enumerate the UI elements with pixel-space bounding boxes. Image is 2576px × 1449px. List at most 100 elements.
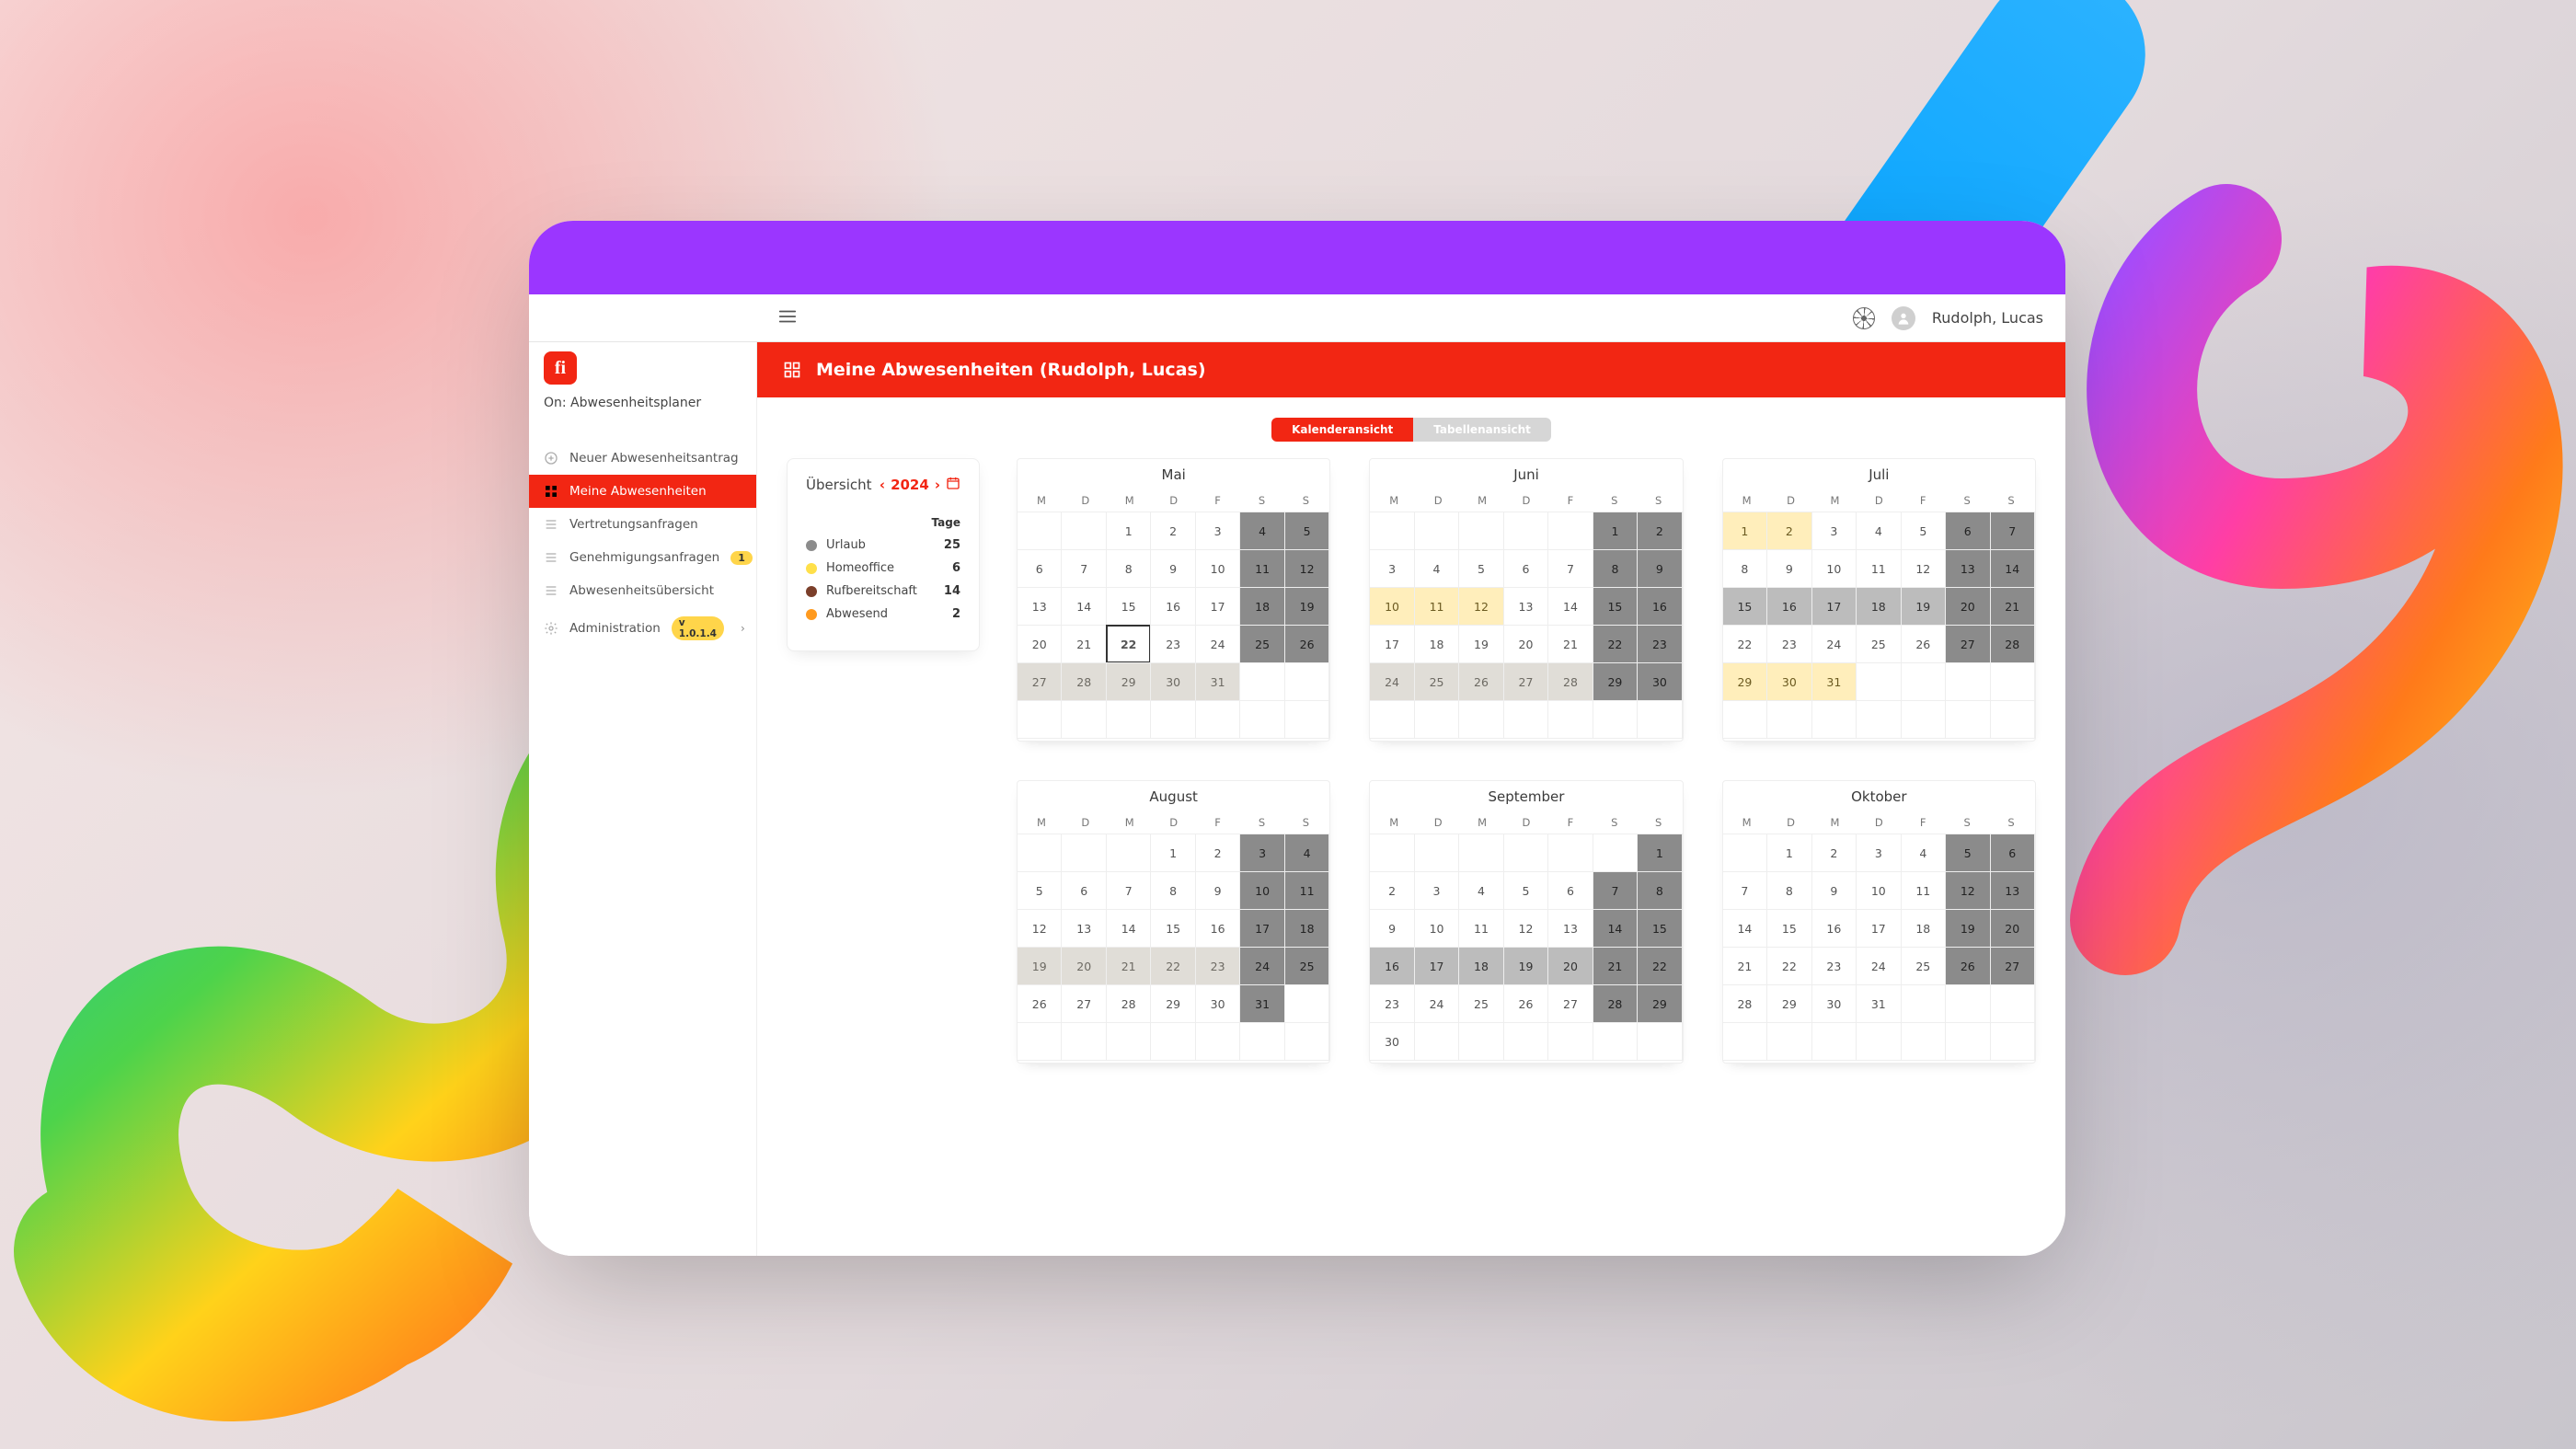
day-cell[interactable]: 12 xyxy=(1284,549,1329,588)
day-cell[interactable]: 10 xyxy=(1195,549,1240,588)
day-cell[interactable]: 23 xyxy=(1369,984,1414,1023)
day-cell[interactable]: 27 xyxy=(1503,662,1548,701)
day-cell[interactable]: 21 xyxy=(1990,587,2035,626)
day-cell[interactable]: 21 xyxy=(1593,947,1638,985)
day-cell[interactable]: 6 xyxy=(1503,549,1548,588)
day-cell[interactable]: 25 xyxy=(1414,662,1459,701)
day-cell[interactable]: 6 xyxy=(1990,834,2035,872)
theme-icon[interactable] xyxy=(1853,307,1875,329)
day-cell[interactable]: 22 xyxy=(1106,625,1151,663)
day-cell[interactable]: 29 xyxy=(1766,984,1811,1023)
day-cell[interactable]: 21 xyxy=(1547,625,1593,663)
tab-tabelle[interactable]: Tabellenansicht xyxy=(1413,418,1551,442)
day-cell[interactable]: 26 xyxy=(1503,984,1548,1023)
day-cell[interactable]: 18 xyxy=(1284,909,1329,948)
day-cell[interactable]: 5 xyxy=(1945,834,1990,872)
day-cell[interactable]: 14 xyxy=(1722,909,1767,948)
day-cell[interactable]: 25 xyxy=(1458,984,1503,1023)
day-cell[interactable]: 8 xyxy=(1722,549,1767,588)
day-cell[interactable]: 11 xyxy=(1284,871,1329,910)
day-cell[interactable]: 2 xyxy=(1195,834,1240,872)
day-cell[interactable]: 8 xyxy=(1637,871,1682,910)
day-cell[interactable]: 30 xyxy=(1811,984,1857,1023)
day-cell[interactable]: 9 xyxy=(1766,549,1811,588)
avatar[interactable] xyxy=(1892,306,1915,330)
day-cell[interactable]: 13 xyxy=(1547,909,1593,948)
day-cell[interactable]: 29 xyxy=(1593,662,1638,701)
day-cell[interactable]: 12 xyxy=(1901,549,1946,588)
day-cell[interactable]: 24 xyxy=(1239,947,1284,985)
day-cell[interactable]: 8 xyxy=(1593,549,1638,588)
day-cell[interactable]: 6 xyxy=(1061,871,1106,910)
day-cell[interactable]: 27 xyxy=(1990,947,2035,985)
day-cell[interactable]: 17 xyxy=(1239,909,1284,948)
day-cell[interactable]: 29 xyxy=(1150,984,1195,1023)
day-cell[interactable]: 18 xyxy=(1239,587,1284,626)
day-cell[interactable]: 6 xyxy=(1017,549,1062,588)
day-cell[interactable]: 25 xyxy=(1284,947,1329,985)
day-cell[interactable]: 22 xyxy=(1722,625,1767,663)
day-cell[interactable]: 28 xyxy=(1547,662,1593,701)
day-cell[interactable]: 10 xyxy=(1856,871,1901,910)
day-cell[interactable]: 13 xyxy=(1945,549,1990,588)
day-cell[interactable]: 2 xyxy=(1637,512,1682,550)
day-cell[interactable]: 26 xyxy=(1284,625,1329,663)
day-cell[interactable]: 5 xyxy=(1458,549,1503,588)
day-cell[interactable]: 4 xyxy=(1856,512,1901,550)
day-cell[interactable]: 9 xyxy=(1150,549,1195,588)
day-cell[interactable]: 3 xyxy=(1811,512,1857,550)
day-cell[interactable]: 1 xyxy=(1593,512,1638,550)
day-cell[interactable]: 12 xyxy=(1945,871,1990,910)
day-cell[interactable]: 17 xyxy=(1414,947,1459,985)
day-cell[interactable]: 14 xyxy=(1061,587,1106,626)
day-cell[interactable]: 25 xyxy=(1239,625,1284,663)
day-cell[interactable]: 20 xyxy=(1990,909,2035,948)
day-cell[interactable]: 1 xyxy=(1722,512,1767,550)
day-cell[interactable]: 13 xyxy=(1990,871,2035,910)
day-cell[interactable]: 17 xyxy=(1369,625,1414,663)
day-cell[interactable]: 6 xyxy=(1945,512,1990,550)
sidebar-item-admin[interactable]: Administrationv 1.0.1.4› xyxy=(529,607,756,650)
day-cell[interactable]: 28 xyxy=(1722,984,1767,1023)
day-cell[interactable]: 22 xyxy=(1766,947,1811,985)
day-cell[interactable]: 16 xyxy=(1811,909,1857,948)
day-cell[interactable]: 30 xyxy=(1150,662,1195,701)
day-cell[interactable]: 3 xyxy=(1856,834,1901,872)
day-cell[interactable]: 28 xyxy=(1061,662,1106,701)
day-cell[interactable]: 26 xyxy=(1017,984,1062,1023)
day-cell[interactable]: 7 xyxy=(1990,512,2035,550)
day-cell[interactable]: 12 xyxy=(1017,909,1062,948)
day-cell[interactable]: 19 xyxy=(1284,587,1329,626)
day-cell[interactable]: 27 xyxy=(1061,984,1106,1023)
day-cell[interactable]: 15 xyxy=(1722,587,1767,626)
day-cell[interactable]: 16 xyxy=(1766,587,1811,626)
day-cell[interactable]: 4 xyxy=(1239,512,1284,550)
day-cell[interactable]: 15 xyxy=(1593,587,1638,626)
day-cell[interactable]: 27 xyxy=(1547,984,1593,1023)
day-cell[interactable]: 24 xyxy=(1195,625,1240,663)
day-cell[interactable]: 2 xyxy=(1150,512,1195,550)
sidebar-item-approve[interactable]: Genehmigungsanfragen1 xyxy=(529,541,756,574)
user-name[interactable]: Rudolph, Lucas xyxy=(1932,309,2043,327)
day-cell[interactable]: 5 xyxy=(1901,512,1946,550)
day-cell[interactable]: 25 xyxy=(1901,947,1946,985)
day-cell[interactable]: 16 xyxy=(1369,947,1414,985)
day-cell[interactable]: 18 xyxy=(1458,947,1503,985)
day-cell[interactable]: 13 xyxy=(1061,909,1106,948)
day-cell[interactable]: 26 xyxy=(1458,662,1503,701)
day-cell[interactable]: 30 xyxy=(1637,662,1682,701)
day-cell[interactable]: 2 xyxy=(1766,512,1811,550)
day-cell[interactable]: 24 xyxy=(1414,984,1459,1023)
day-cell[interactable]: 5 xyxy=(1503,871,1548,910)
day-cell[interactable]: 3 xyxy=(1369,549,1414,588)
day-cell[interactable]: 15 xyxy=(1766,909,1811,948)
day-cell[interactable]: 20 xyxy=(1945,587,1990,626)
day-cell[interactable]: 9 xyxy=(1195,871,1240,910)
day-cell[interactable]: 16 xyxy=(1150,587,1195,626)
day-cell[interactable]: 15 xyxy=(1150,909,1195,948)
day-cell[interactable]: 13 xyxy=(1503,587,1548,626)
day-cell[interactable]: 4 xyxy=(1284,834,1329,872)
day-cell[interactable]: 24 xyxy=(1856,947,1901,985)
day-cell[interactable]: 10 xyxy=(1811,549,1857,588)
day-cell[interactable]: 8 xyxy=(1150,871,1195,910)
